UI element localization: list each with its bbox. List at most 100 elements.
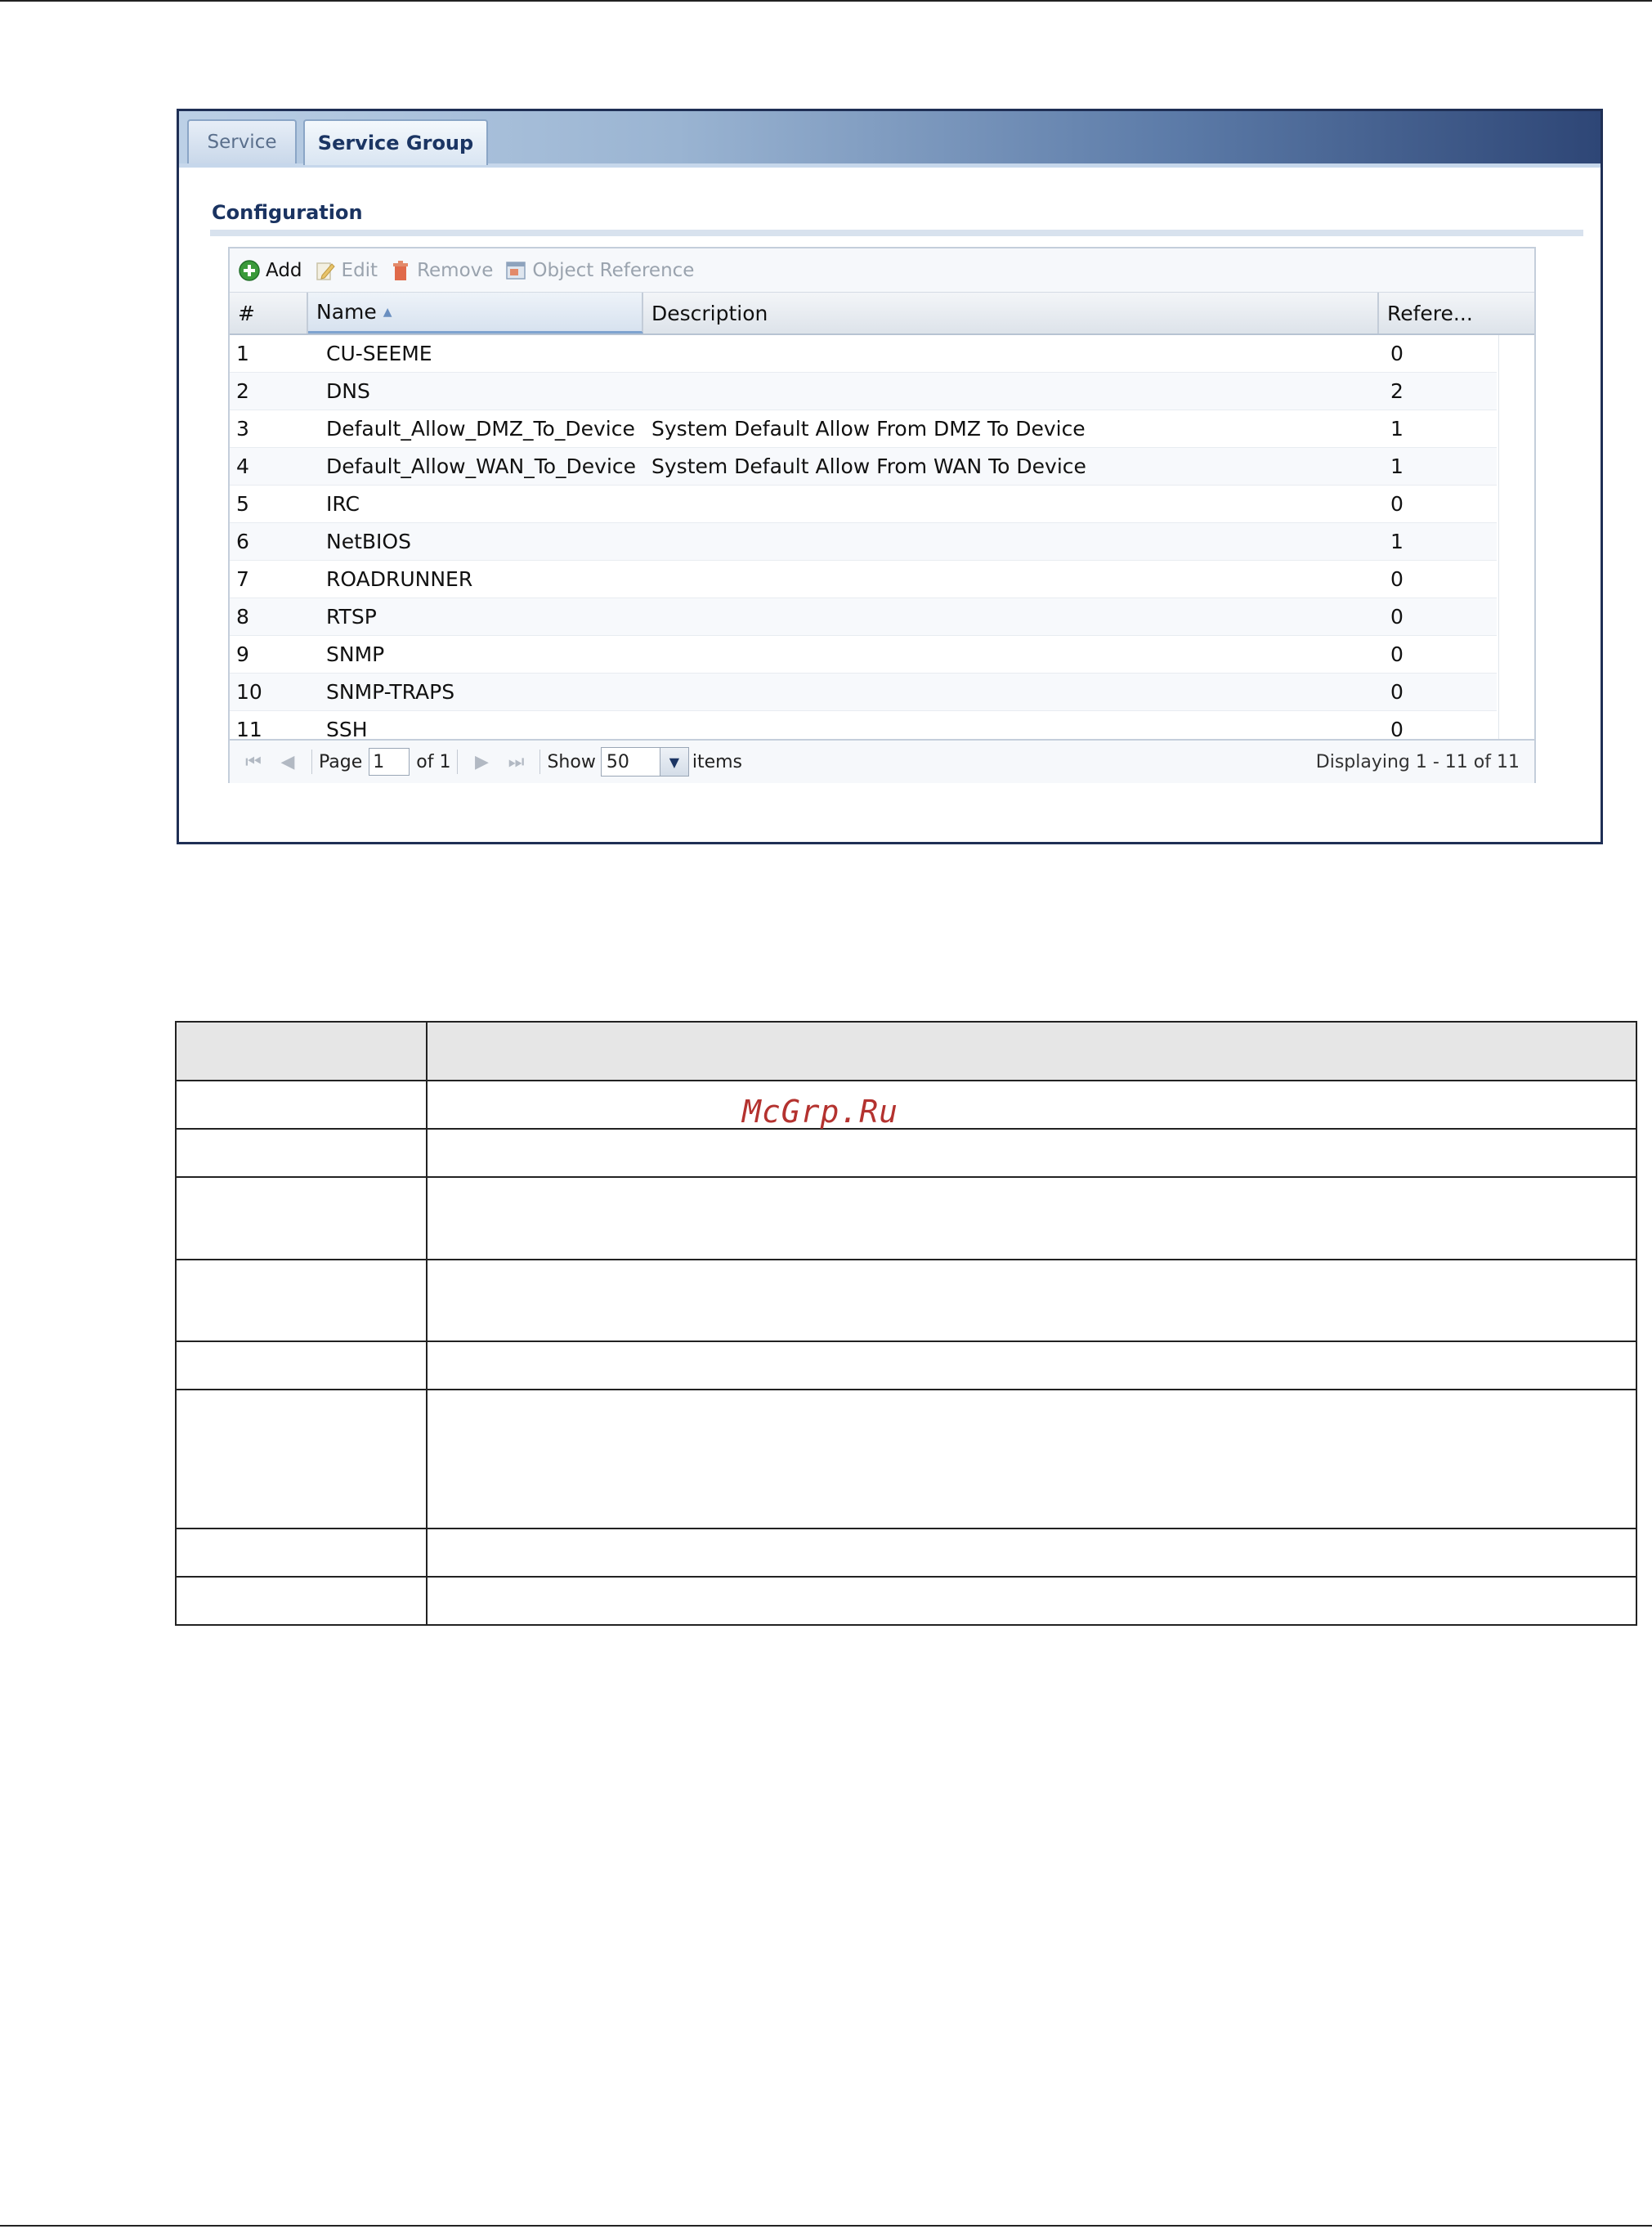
table-header: # Name ▲ Description Refere... [230, 293, 1534, 335]
page-size-select[interactable]: 50 ▼ [600, 747, 689, 777]
row-name: SNMP [326, 642, 385, 666]
row-reference: 1 [1390, 530, 1404, 553]
row-index: 9 [236, 642, 249, 666]
table-scrollbar[interactable] [1498, 335, 1533, 739]
row-index: 7 [236, 567, 249, 591]
row-reference: 0 [1390, 567, 1404, 591]
row-reference: 0 [1390, 605, 1404, 629]
column-reference[interactable]: Refere... [1379, 293, 1534, 333]
row-name: DNS [326, 379, 370, 403]
page-label: Page [319, 751, 363, 772]
object-reference-button[interactable]: Object Reference [504, 259, 694, 282]
trash-icon [393, 260, 409, 280]
toolbar: Add Edit Remove Object Reference [230, 248, 1534, 293]
service-group-window: Service Service Group Configuration Add … [177, 109, 1603, 844]
row-index: 4 [236, 454, 249, 478]
table-row[interactable]: 10 SNMP-TRAPS 0 [230, 674, 1497, 711]
chevron-down-icon[interactable]: ▼ [659, 748, 688, 776]
add-button[interactable]: Add [238, 259, 302, 282]
section-title: Configuration [212, 201, 363, 224]
tab-service[interactable]: Service [187, 119, 297, 163]
add-icon [239, 259, 260, 281]
sort-ascending-icon: ▲ [383, 305, 392, 319]
table-row [175, 1528, 1637, 1578]
column-description[interactable]: Description [643, 293, 1379, 333]
remove-button[interactable]: Remove [389, 259, 493, 282]
show-label: Show [547, 751, 596, 772]
row-name: Default_Allow_WAN_To_Device [326, 454, 637, 478]
column-index[interactable]: # [230, 293, 308, 333]
pagination-bar: ⏮ ◀ Page 1 of 1 ▶ ⏭ Show 50 ▼ items Disp… [230, 739, 1534, 783]
table-row[interactable]: 5 IRC 0 [230, 486, 1497, 523]
column-reference-label: Refere... [1387, 301, 1473, 325]
column-name-label: Name [316, 300, 377, 324]
pager-separator [311, 750, 312, 774]
service-group-table-panel: Add Edit Remove Object Reference # Name … [228, 247, 1536, 783]
table-row [175, 1341, 1637, 1390]
pager-separator [457, 750, 459, 774]
tab-service-group[interactable]: Service Group [303, 119, 488, 165]
display-count: Displaying 1 - 11 of 11 [1315, 751, 1520, 772]
page-count-label: of 1 [416, 751, 451, 772]
page-number-input[interactable]: 1 [369, 748, 410, 776]
table-row[interactable]: 8 RTSP 0 [230, 598, 1497, 636]
row-reference: 0 [1390, 492, 1404, 516]
edit-button[interactable]: Edit [314, 259, 378, 282]
tab-bar: Service Service Group [179, 111, 1601, 168]
object-reference-icon [506, 261, 526, 280]
last-page-icon[interactable]: ⏭ [505, 751, 526, 772]
column-index-label: # [238, 301, 255, 325]
table-row [175, 1128, 1637, 1178]
table-row [175, 1176, 1637, 1260]
table-row[interactable]: 9 SNMP 0 [230, 636, 1497, 674]
row-index: 2 [236, 379, 249, 403]
row-index: 3 [236, 417, 249, 441]
row-reference: 1 [1390, 417, 1404, 441]
row-name: ROADRUNNER [326, 567, 473, 591]
row-index: 8 [236, 605, 249, 629]
table-row [175, 1389, 1637, 1529]
row-index: 5 [236, 492, 249, 516]
column-name[interactable]: Name ▲ [308, 293, 643, 333]
table-row[interactable]: 6 NetBIOS 1 [230, 523, 1497, 561]
next-page-icon[interactable]: ▶ [471, 751, 492, 772]
section-divider [210, 230, 1583, 236]
row-description: System Default Allow From WAN To Device [651, 454, 1086, 478]
row-name: IRC [326, 492, 360, 516]
page-bottom-rule [0, 2225, 1652, 2227]
row-description: System Default Allow From DMZ To Device [651, 417, 1086, 441]
table-row [175, 1576, 1637, 1626]
row-reference: 1 [1390, 454, 1404, 478]
table-row[interactable]: 7 ROADRUNNER 0 [230, 561, 1497, 598]
previous-page-icon[interactable]: ◀ [277, 751, 298, 772]
row-reference: 0 [1390, 642, 1404, 666]
table-row[interactable]: 1 CU-SEEME 0 [230, 335, 1497, 373]
row-reference: 2 [1390, 379, 1404, 403]
first-page-icon[interactable]: ⏮ [243, 751, 264, 772]
table-row [175, 1080, 1637, 1130]
row-name: NetBIOS [326, 530, 411, 553]
row-name: RTSP [326, 605, 377, 629]
remove-label: Remove [417, 259, 494, 281]
row-reference: 0 [1390, 680, 1404, 704]
row-name: Default_Allow_DMZ_To_Device [326, 417, 635, 441]
table-row [175, 1021, 1637, 1081]
page-top-rule [0, 0, 1652, 2]
object-reference-label: Object Reference [532, 259, 695, 281]
table-body: 1 CU-SEEME 0 2 DNS 2 3 Default_Allow_DMZ_To_Dev… [230, 335, 1497, 749]
row-name: CU-SEEME [326, 342, 432, 365]
table-row[interactable]: 4 Default_Allow_WAN_To_Device System Defau… [230, 448, 1497, 486]
items-label: items [692, 751, 743, 772]
page-size-value: 50 [606, 751, 629, 772]
pager-separator [539, 750, 541, 774]
add-label: Add [266, 259, 302, 281]
field-description-table [175, 1021, 1637, 1626]
row-name: SNMP-TRAPS [326, 680, 455, 704]
table-row[interactable]: 2 DNS 2 [230, 373, 1497, 410]
edit-icon [316, 262, 335, 280]
table-row[interactable]: 3 Default_Allow_DMZ_To_Device System Defau… [230, 410, 1497, 448]
edit-label: Edit [341, 259, 378, 281]
row-index: 6 [236, 530, 249, 553]
watermark: McGrp.Ru [742, 1094, 899, 1130]
table-row [175, 1259, 1637, 1342]
